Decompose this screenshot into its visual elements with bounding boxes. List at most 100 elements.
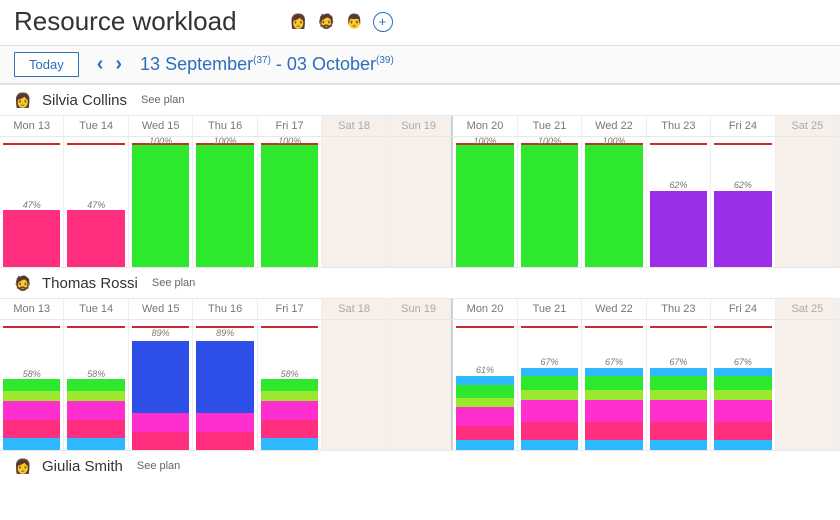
day-head: Fri 17	[258, 116, 322, 136]
bar-segment	[585, 376, 642, 391]
day-cell: 58%	[64, 320, 128, 450]
day-cell: 89%	[193, 320, 257, 450]
day-head: Mon 20	[451, 116, 517, 136]
range-start-week: (37)	[253, 55, 271, 66]
day-head: Tue 21	[518, 299, 582, 319]
bar-segment	[196, 413, 253, 431]
bar-stack	[456, 137, 513, 267]
see-plan-link[interactable]: See plan	[141, 94, 184, 106]
bar-segment	[132, 413, 189, 431]
range-end: 03 October	[287, 54, 376, 74]
pct-label: 62%	[647, 180, 710, 190]
pct-label: 62%	[711, 180, 774, 190]
bar-stack	[585, 320, 642, 450]
pct-label: 67%	[711, 357, 774, 367]
prev-arrow-icon[interactable]: ‹	[93, 53, 108, 76]
range-start: 13 September	[140, 54, 253, 74]
day-cell: 100%	[451, 137, 517, 267]
resource-name: Giulia Smith	[42, 458, 123, 475]
day-head: Sat 18	[322, 116, 386, 136]
avatar-icon[interactable]: 👨	[345, 12, 365, 32]
bar-segment	[261, 420, 318, 438]
day-cell	[776, 320, 840, 450]
bar-segment	[585, 400, 642, 422]
bar-segment	[585, 368, 642, 375]
avatar-icon: 🧔	[14, 274, 32, 292]
today-button[interactable]: Today	[14, 52, 79, 77]
day-head: Wed 22	[582, 299, 646, 319]
bar-stack	[521, 320, 578, 450]
see-plan-link[interactable]: See plan	[152, 277, 195, 289]
day-cell: 100%	[129, 137, 193, 267]
see-plan-link[interactable]: See plan	[137, 460, 180, 472]
day-cell	[387, 320, 451, 450]
bar-segment	[67, 420, 124, 438]
bar-segment	[521, 422, 578, 440]
add-person-button[interactable]: +	[373, 12, 393, 32]
day-cell: 100%	[258, 137, 322, 267]
bar-stack	[261, 137, 318, 267]
bar-segment	[650, 440, 707, 450]
range-end-week: (39)	[376, 55, 394, 66]
day-head: Mon 13	[0, 299, 64, 319]
day-head: Thu 16	[193, 299, 257, 319]
day-head: Fri 17	[258, 299, 322, 319]
bar-segment	[132, 341, 189, 413]
capacity-line	[650, 143, 707, 145]
bar-segment	[261, 401, 318, 419]
day-head: Sat 25	[776, 299, 840, 319]
bar-segment	[585, 145, 642, 267]
bar-segment	[585, 390, 642, 400]
bar-segment	[714, 422, 771, 440]
day-cell: 100%	[193, 137, 257, 267]
avatar-icon: 👩	[14, 457, 32, 475]
resource-header: 👩 Giulia Smith See plan	[0, 451, 840, 481]
avatar-icon[interactable]: 🧔	[317, 12, 337, 32]
capacity-line	[261, 326, 318, 328]
bar-stack	[650, 137, 707, 267]
range-sep: -	[271, 54, 287, 74]
avatar-icon: 👩	[14, 91, 32, 109]
day-head: Thu 23	[647, 299, 711, 319]
bar-segment	[521, 400, 578, 422]
bar-stack	[3, 320, 60, 450]
day-cell: 67%	[582, 320, 646, 450]
pct-label: 67%	[518, 357, 581, 367]
day-head: Thu 23	[647, 116, 711, 136]
bar-segment	[456, 426, 513, 441]
day-head: Fri 24	[711, 299, 775, 319]
capacity-line	[3, 326, 60, 328]
bar-segment	[261, 379, 318, 391]
pct-label: 67%	[647, 357, 710, 367]
bar-segment	[196, 145, 253, 267]
date-range: 13 September(37) - 03 October(39)	[140, 54, 394, 75]
capacity-line	[714, 143, 771, 145]
day-cell: 89%	[129, 320, 193, 450]
avatar-icon[interactable]: 👩	[289, 12, 309, 32]
avatar-filter-group: 👩 🧔 👨 +	[289, 12, 393, 32]
toolbar: Today ‹ › 13 September(37) - 03 October(…	[0, 45, 840, 84]
workload-chart: 58%58%89%89%58%61%67%67%67%67%	[0, 320, 840, 450]
capacity-line	[650, 326, 707, 328]
pct-label: 58%	[0, 369, 63, 379]
resource-name: Silvia Collins	[42, 92, 127, 109]
bar-stack	[456, 320, 513, 450]
day-head: Wed 15	[129, 299, 193, 319]
day-head: Mon 20	[451, 299, 517, 319]
next-arrow-icon[interactable]: ›	[111, 53, 126, 76]
bar-segment	[714, 376, 771, 391]
bar-segment	[456, 145, 513, 267]
pct-label: 100%	[129, 136, 192, 146]
bar-stack	[196, 320, 253, 450]
day-cell	[387, 137, 451, 267]
bar-stack	[714, 320, 771, 450]
day-cell: 47%	[64, 137, 128, 267]
day-cell: 100%	[518, 137, 582, 267]
bar-segment	[521, 390, 578, 400]
day-cell: 58%	[258, 320, 322, 450]
day-head: Wed 22	[582, 116, 646, 136]
bar-segment	[714, 390, 771, 400]
bar-stack	[521, 137, 578, 267]
bar-segment	[650, 191, 707, 267]
resource-row: 👩Silvia CollinsSee planMon 13Tue 14Wed 1…	[0, 84, 840, 267]
